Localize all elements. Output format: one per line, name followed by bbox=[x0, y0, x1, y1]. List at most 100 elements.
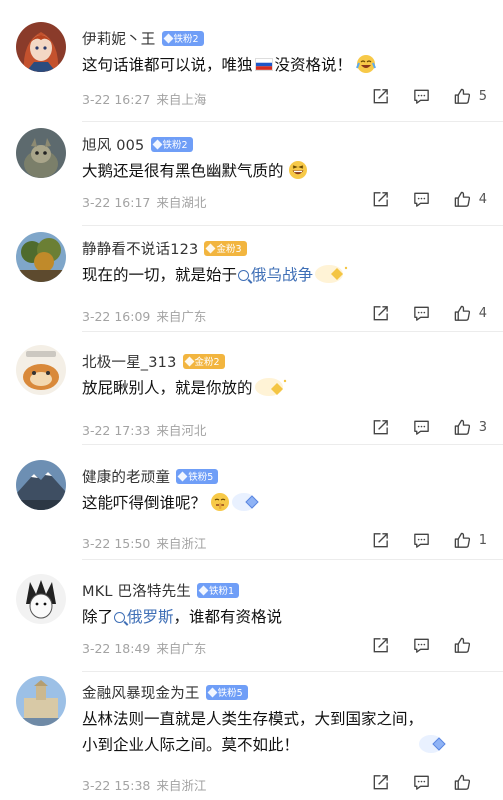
username[interactable]: MKL 巴洛特先生 bbox=[82, 580, 191, 601]
avatar[interactable] bbox=[16, 574, 66, 624]
fan-badge: 铁粉5 bbox=[176, 468, 219, 484]
comment-icon bbox=[413, 89, 429, 104]
like-button[interactable]: 3 bbox=[453, 418, 487, 437]
avatar[interactable] bbox=[16, 22, 66, 72]
share-button[interactable] bbox=[371, 636, 390, 655]
diamond-icon bbox=[152, 139, 162, 149]
reply-button[interactable] bbox=[412, 190, 431, 209]
comment-actions bbox=[371, 773, 487, 792]
badge-label: 金粉2 bbox=[194, 357, 220, 368]
comment-location: 来自广东 bbox=[156, 641, 207, 656]
comment-text-part: 除了 bbox=[82, 608, 114, 626]
topic-label: 俄罗斯 bbox=[127, 608, 174, 626]
mountain-avatar-icon bbox=[16, 460, 66, 510]
fan-sticker-icon bbox=[315, 265, 348, 283]
badge-label: 铁粉2 bbox=[162, 140, 188, 151]
comment-location: 来自河北 bbox=[156, 423, 207, 438]
tree-avatar-icon bbox=[16, 232, 66, 282]
diamond-icon bbox=[184, 356, 194, 366]
search-icon bbox=[238, 270, 250, 281]
comment-meta: 3-22 16:27 来自上海 bbox=[82, 89, 206, 108]
like-count: 5 bbox=[478, 89, 487, 104]
share-icon bbox=[373, 775, 388, 790]
thumbs-up-icon bbox=[454, 191, 470, 207]
like-button[interactable] bbox=[453, 636, 487, 655]
reply-button[interactable] bbox=[412, 304, 431, 323]
diamond-icon bbox=[198, 585, 209, 595]
comment-actions: 1 bbox=[371, 531, 487, 550]
comment-meta: 3-22 17:33 来自河北 bbox=[82, 420, 206, 439]
comment-date: 3-22 16:17 bbox=[82, 195, 151, 210]
username[interactable]: 静静看不说话123 bbox=[82, 238, 198, 259]
comment-text-part: 现在的一切，就是始于 bbox=[82, 266, 238, 284]
like-button[interactable] bbox=[453, 773, 487, 792]
comment-text: 大鹅还是很有黑色幽默气质的 bbox=[82, 158, 483, 184]
share-button[interactable] bbox=[371, 531, 390, 550]
share-button[interactable] bbox=[371, 190, 390, 209]
username[interactable]: 健康的老顽童 bbox=[82, 466, 170, 487]
diamond-icon bbox=[177, 471, 188, 481]
share-icon bbox=[373, 89, 388, 104]
like-count: 4 bbox=[478, 192, 487, 207]
reply-button[interactable] bbox=[412, 773, 431, 792]
comment-meta: 3-22 18:49 来自广东 bbox=[82, 638, 206, 657]
avatar[interactable] bbox=[16, 676, 66, 726]
comment-date: 3-22 15:50 bbox=[82, 536, 151, 551]
comment-meta: 3-22 15:50 来自浙江 bbox=[82, 533, 206, 552]
reply-button[interactable] bbox=[412, 531, 431, 550]
like-count: 1 bbox=[478, 533, 487, 548]
comment-icon bbox=[414, 638, 429, 653]
crying-laugh-emoji-icon bbox=[356, 55, 376, 73]
like-button[interactable]: 1 bbox=[453, 531, 487, 550]
share-button[interactable] bbox=[371, 773, 390, 792]
like-button[interactable]: 5 bbox=[453, 87, 487, 106]
topic-link[interactable]: 俄罗斯 bbox=[113, 608, 174, 626]
username[interactable]: 旭风 005 bbox=[82, 134, 145, 155]
thumbs-up-icon bbox=[454, 774, 471, 790]
username[interactable]: 伊莉妮丶王 bbox=[82, 28, 156, 49]
thumbs-up-icon bbox=[454, 532, 470, 548]
comment-icon bbox=[413, 192, 429, 207]
reply-button[interactable] bbox=[412, 418, 431, 437]
diamond-icon bbox=[163, 33, 173, 43]
comment-actions bbox=[371, 636, 487, 655]
building-avatar-icon bbox=[16, 676, 66, 726]
share-icon bbox=[373, 638, 388, 653]
reply-button[interactable] bbox=[412, 636, 431, 655]
divider bbox=[82, 225, 503, 226]
comment-icon bbox=[413, 420, 429, 435]
comment-date: 3-22 15:38 bbox=[82, 778, 151, 793]
divider bbox=[82, 121, 503, 122]
comment-text-part: 这句话谁都可以说，唯独 bbox=[82, 56, 253, 74]
divider bbox=[82, 444, 503, 445]
reply-button[interactable] bbox=[412, 87, 431, 106]
comment-actions: 4 bbox=[371, 304, 487, 323]
comment-text: 现在的一切，就是始于 俄乌战争 bbox=[82, 262, 483, 288]
username[interactable]: 北极一星_313 bbox=[82, 351, 177, 372]
avatar[interactable] bbox=[16, 345, 66, 395]
share-button[interactable] bbox=[371, 418, 390, 437]
avatar[interactable] bbox=[16, 460, 66, 510]
comment-date: 3-22 17:33 bbox=[82, 423, 151, 438]
diamond-icon bbox=[207, 687, 218, 697]
like-button[interactable]: 4 bbox=[453, 190, 487, 209]
user-meta: 健康的老顽童 铁粉5 bbox=[82, 466, 219, 487]
comment-meta: 3-22 16:09 来自广东 bbox=[82, 306, 206, 325]
comment-actions: 4 bbox=[371, 190, 487, 209]
comment-text-part: 丛林法则一直就是人类生存模式，大到国家之间， bbox=[82, 710, 424, 728]
user-meta: 静静看不说话123 金粉3 bbox=[82, 238, 247, 258]
avatar[interactable] bbox=[16, 232, 66, 282]
share-button[interactable] bbox=[371, 304, 390, 323]
comment-meta: 3-22 15:38 来自浙江 bbox=[82, 775, 206, 794]
divider bbox=[82, 671, 503, 672]
thumbs-up-icon bbox=[454, 419, 470, 435]
diamond-icon bbox=[206, 243, 216, 253]
fan-badge: 金粉3 bbox=[204, 240, 247, 256]
comment-location: 来自广东 bbox=[156, 309, 207, 324]
avatar[interactable] bbox=[16, 128, 66, 178]
fan-badge: 铁粉2 bbox=[161, 30, 204, 46]
username[interactable]: 金融风暴现金为王 bbox=[82, 682, 200, 703]
share-button[interactable] bbox=[371, 87, 390, 106]
like-button[interactable]: 4 bbox=[453, 304, 487, 323]
topic-link[interactable]: 俄乌战争 bbox=[237, 266, 313, 284]
